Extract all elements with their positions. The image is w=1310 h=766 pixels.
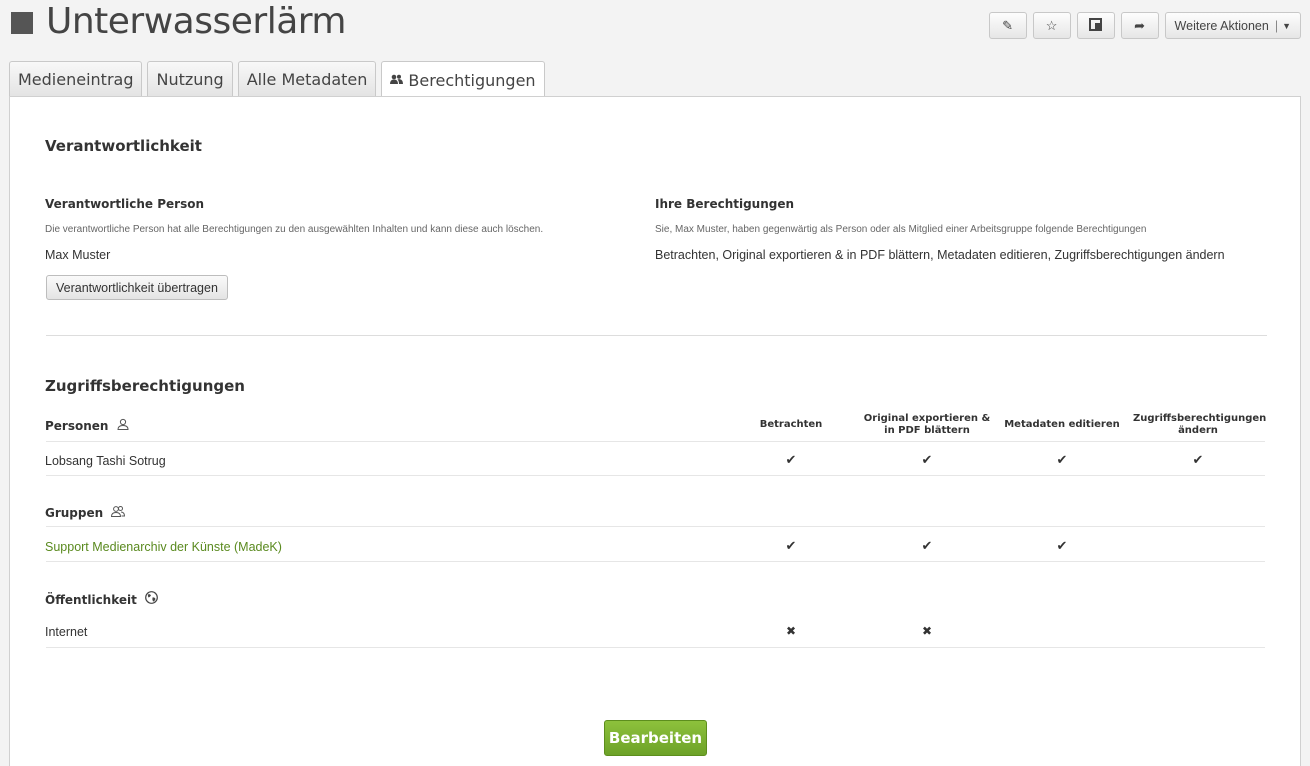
permission-check: ✔ — [921, 538, 933, 553]
column-header-change-permissions: Zugriffsberechtigungen ändern — [1133, 413, 1267, 436]
permission-cross: ✖ — [921, 624, 933, 638]
column-header-view: Betrachten — [759, 419, 823, 430]
tab-bar: Medieneintrag Nutzung Alle Metadaten Ber… — [9, 61, 545, 98]
column-header-edit-metadata: Metadaten editieren — [1004, 419, 1120, 430]
transfer-responsibility-button[interactable]: Verantwortlichkeit übertragen — [46, 275, 228, 300]
tab-label: Alle Metadaten — [246, 70, 368, 89]
your-permissions-value: Betrachten, Original exportieren & in PD… — [655, 248, 1225, 262]
section-divider — [46, 335, 1267, 336]
permission-check: ✔ — [1056, 538, 1068, 553]
group-header-label: Öffentlichkeit — [45, 593, 137, 607]
row-divider — [46, 441, 1265, 442]
group-header-persons: Personen — [45, 418, 129, 433]
row-divider — [46, 526, 1265, 527]
tab-berechtigungen[interactable]: Berechtigungen — [381, 61, 545, 98]
permission-check: ✔ — [921, 452, 933, 467]
users-icon — [390, 73, 404, 87]
tab-alle-metadaten[interactable]: Alle Metadaten — [237, 61, 377, 97]
person-name: Lobsang Tashi Sotrug — [45, 454, 166, 468]
row-divider — [46, 561, 1265, 562]
group-icon — [111, 505, 126, 520]
responsible-person-label: Verantwortliche Person — [45, 197, 205, 211]
your-permissions-hint: Sie, Max Muster, haben gegenwärtig als P… — [655, 224, 1147, 235]
toolbar: ✎ ☆ ➦ Weitere Aktionen | ▼ — [988, 12, 1301, 39]
tab-label: Nutzung — [156, 70, 224, 89]
edit-permissions-button[interactable]: Bearbeiten — [604, 720, 707, 756]
more-actions-dropdown[interactable]: Weitere Aktionen | ▼ — [1164, 12, 1301, 39]
public-name: Internet — [45, 625, 88, 639]
responsible-person-name: Max Muster — [45, 248, 111, 262]
more-actions-separator: | — [1274, 18, 1279, 33]
edit-button[interactable]: ✎ — [988, 12, 1027, 39]
title-square-icon — [11, 12, 33, 34]
tab-label: Medieneintrag — [18, 70, 134, 89]
page-title: Unterwasserlärm — [46, 1, 347, 42]
your-permissions-label: Ihre Berechtigungen — [655, 197, 795, 211]
permissions-panel: Verantwortlichkeit Verantwortliche Perso… — [9, 96, 1301, 766]
column-header-export: Original exportieren & in PDF blättern — [863, 413, 991, 436]
more-actions-label: Weitere Aktionen — [1174, 18, 1269, 33]
permission-check: ✔ — [785, 452, 797, 467]
tab-nutzung[interactable]: Nutzung — [147, 61, 233, 97]
person-icon — [117, 418, 129, 433]
caret-down-icon: ▼ — [1282, 20, 1291, 31]
tab-label: Berechtigungen — [408, 70, 536, 90]
group-header-label: Gruppen — [45, 506, 104, 520]
row-divider — [46, 475, 1265, 476]
responsible-person-hint: Die verantwortliche Person hat alle Bere… — [45, 224, 544, 235]
permission-check: ✔ — [1192, 452, 1204, 467]
tab-medieneintrag[interactable]: Medieneintrag — [9, 61, 143, 97]
star-icon: ☆ — [1045, 17, 1058, 33]
group-header-label: Personen — [45, 419, 109, 433]
globe-icon — [145, 591, 158, 607]
permission-check: ✔ — [1056, 452, 1068, 467]
favorite-button[interactable]: ☆ — [1032, 12, 1071, 39]
access-heading: Zugriffsberechtigungen — [45, 377, 245, 395]
responsibility-heading: Verantwortlichkeit — [45, 137, 202, 155]
share-arrow-icon: ➦ — [1134, 17, 1145, 33]
permission-cross: ✖ — [785, 624, 797, 638]
permission-check: ✔ — [785, 538, 797, 553]
group-header-groups: Gruppen — [45, 505, 126, 520]
add-to-set-icon — [1089, 17, 1103, 34]
pencil-icon: ✎ — [1002, 17, 1013, 33]
share-button[interactable]: ➦ — [1120, 12, 1159, 39]
add-to-set-button[interactable] — [1076, 12, 1115, 39]
group-name-link[interactable]: Support Medienarchiv der Künste (MadeK) — [45, 540, 282, 554]
row-divider — [46, 647, 1265, 648]
group-header-public: Öffentlichkeit — [45, 591, 158, 607]
